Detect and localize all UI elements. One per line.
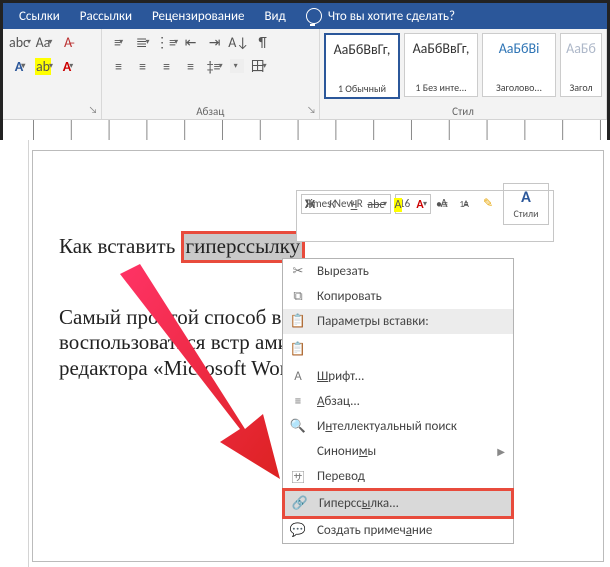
tab-view[interactable]: Вид	[254, 9, 295, 24]
paragraph-label: Абзац	[102, 105, 319, 118]
ctx-paste-header: 📋Параметры вставки:	[283, 309, 513, 334]
font-dropdown-icon[interactable]: abc▾	[11, 33, 29, 51]
paragraph-icon: ≡	[289, 394, 307, 409]
scissors-icon: ✂	[289, 264, 307, 279]
ctx-hyperlink[interactable]: 🔗Гиперссылка...Гиперссылка...	[282, 488, 514, 519]
tab-mailings[interactable]: Рассылки	[70, 9, 142, 24]
shading-icon[interactable]: ▾	[230, 59, 244, 73]
highlight-icon[interactable]: ab▾	[35, 57, 53, 75]
mini-underline[interactable]: Ч	[345, 198, 363, 212]
style-nospacing[interactable]: АаБбВвГг, 1 Без инте...	[404, 33, 478, 97]
font-color-icon[interactable]: A▾	[59, 57, 77, 75]
context-menu: ✂Вырезать ⧉Копировать 📋Параметры вставки…	[282, 258, 514, 544]
font-icon: A	[289, 369, 307, 384]
mini-toolbar: Times New R▾ 16▾ A A ✎ A Стили Ж К Ч abc…	[296, 190, 554, 242]
justify-icon[interactable]: ≡	[182, 57, 200, 75]
ctx-comment[interactable]: 💬Создать примечаниеСоздать примечание	[283, 518, 513, 543]
mini-bold[interactable]: Ж	[301, 198, 319, 212]
style-normal[interactable]: АаБбВвГг, 1 Обычный	[324, 33, 400, 99]
numbering-icon[interactable]: ≣▾	[134, 33, 152, 51]
search-icon: 🔍	[289, 419, 307, 434]
mini-bullets[interactable]: •≡	[433, 198, 451, 212]
clipboard-icon: 📋	[289, 314, 307, 329]
align-center-icon[interactable]: ≡	[134, 57, 152, 75]
text-effects-icon[interactable]: A▾	[11, 57, 29, 75]
mini-italic[interactable]: К	[323, 198, 341, 212]
mini-fontcolor[interactable]: A	[411, 198, 429, 212]
paragraph-group: ≡▾ ≣▾ ⋮≡▾ ⇤ ⇥ A↓ ¶ ≡ ≡ ≡ ≡ ‡≡▾ ▾ 田▾ Абза…	[102, 29, 320, 119]
align-left-icon[interactable]: ≡	[110, 57, 128, 75]
style-heading2[interactable]: АаБб Загол	[560, 33, 602, 97]
link-icon: 🔗	[291, 496, 309, 511]
indent-dec-icon[interactable]: ⇤	[182, 33, 200, 51]
dialog-launcher-icon[interactable]: ↘	[307, 103, 316, 116]
pilcrow-icon[interactable]: ¶	[254, 33, 272, 51]
ctx-paste-options[interactable]: 📋	[283, 334, 513, 364]
align-right-icon[interactable]: ≡	[158, 57, 176, 75]
tab-references[interactable]: Ссылки	[9, 9, 70, 24]
dialog-launcher-icon[interactable]: ↘	[89, 103, 98, 116]
ctx-font[interactable]: AШШрифт...рифт...	[283, 364, 513, 389]
comment-icon: 💬	[289, 523, 307, 538]
ribbon: abc▾ Aa▾ A̶ A▾ ab▾ A▾ ↘ ≡▾ ≣▾ ⋮≡▾ ⇤ ⇥ A↓…	[3, 29, 607, 120]
ctx-smartlookup[interactable]: 🔍Интеллектуальный поискИнтеллектуальный …	[283, 414, 513, 439]
style-heading1[interactable]: АаБбВі Заголово...	[482, 33, 556, 97]
ctx-cut[interactable]: ✂Вырезать	[283, 259, 513, 284]
ruler-vertical[interactable]	[0, 140, 29, 567]
borders-icon[interactable]: 田▾	[250, 57, 268, 75]
mini-highlight[interactable]: A	[389, 198, 407, 212]
styles-label: Стил	[320, 105, 606, 118]
copy-icon: ⧉	[289, 289, 307, 304]
lightbulb-icon	[306, 8, 322, 24]
clear-format-icon[interactable]: A̶	[59, 33, 77, 51]
ribbon-tabs: Ссылки Рассылки Рецензирование Вид Что в…	[3, 3, 607, 29]
tab-review[interactable]: Рецензирование	[142, 9, 254, 24]
line-spacing-icon[interactable]: ‡≡▾	[206, 57, 224, 75]
sort-icon[interactable]: A↓	[230, 33, 248, 51]
multilevel-icon[interactable]: ⋮≡▾	[158, 33, 176, 51]
tellme-label: Что вы хотите сделать?	[328, 9, 455, 24]
bullets-icon[interactable]: ≡▾	[110, 33, 128, 51]
mini-numbering[interactable]: 1≡	[455, 199, 473, 210]
tellme-search[interactable]: Что вы хотите сделать?	[296, 8, 455, 24]
ctx-synonyms[interactable]: Синонимы▶Синонимы	[283, 439, 513, 464]
font-group: abc▾ Aa▾ A̶ A▾ ab▾ A▾ ↘	[3, 29, 102, 119]
ctx-translate[interactable]: 🈂ПереводПеревод	[283, 464, 513, 489]
translate-icon: 🈂	[289, 467, 307, 486]
mini-strike[interactable]: abc	[367, 198, 385, 212]
ctx-paragraph[interactable]: ≡Абзац...Абзац...	[283, 389, 513, 414]
styles-group: АаБбВвГг, 1 Обычный АаБбВвГг, 1 Без инте…	[320, 29, 607, 119]
indent-inc-icon[interactable]: ⇥	[206, 33, 224, 51]
ctx-copy[interactable]: ⧉Копировать	[283, 284, 513, 309]
change-case-icon[interactable]: Aa▾	[35, 33, 53, 51]
paste-option-icon: 📋	[289, 342, 307, 357]
